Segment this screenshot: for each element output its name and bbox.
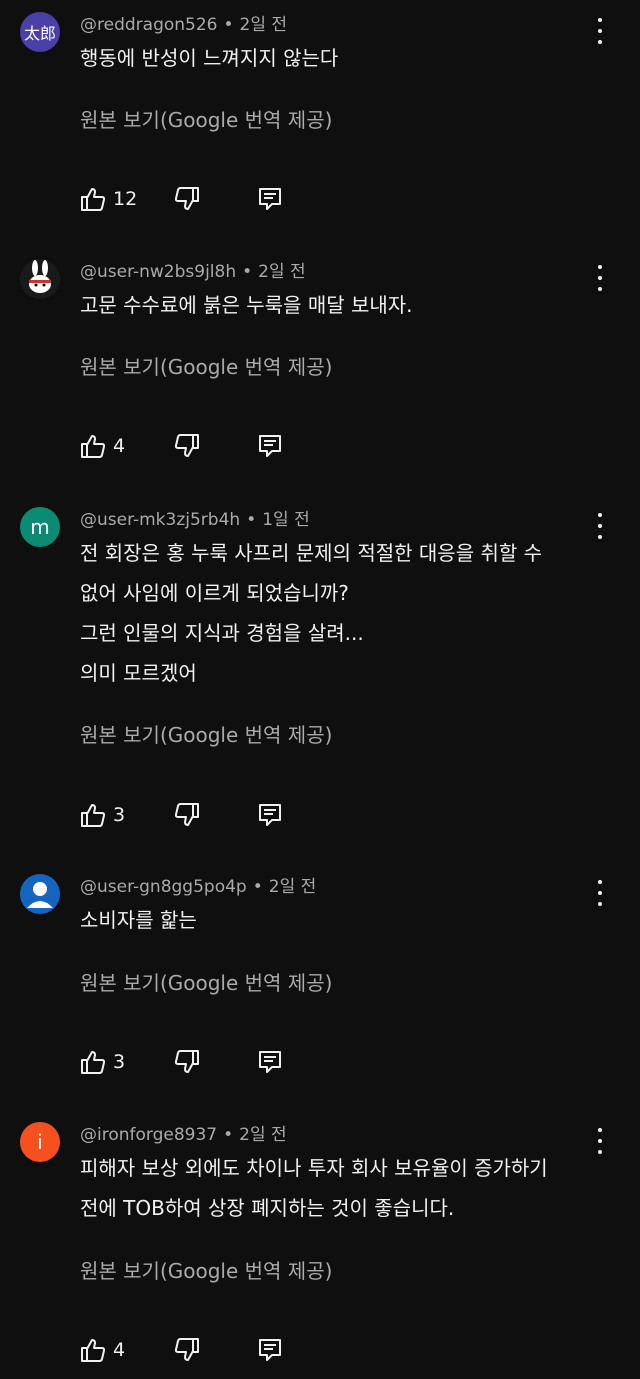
rabbit-avatar-icon: [29, 260, 51, 293]
comment-text: 전 회장은 홍 누룩 사프리 문제의 적절한 대응을 취할 수 없어 사임에 이…: [80, 533, 610, 693]
thumbs-down-icon[interactable]: [174, 433, 200, 459]
comment-item: m @user-mk3zj5rb4h • 1일 전 전 회장은 홍 누룩 사프리 문…: [0, 507, 640, 847]
comment-item: @user-nw2bs9jl8h • 2일 전 고문 수수료에 붉은 누룩을 매달 …: [0, 259, 640, 479]
avatar[interactable]: m: [20, 507, 60, 547]
comment-actions: 4: [80, 1335, 300, 1365]
view-original-link[interactable]: 원본 보기(Google 번역 제공): [80, 352, 332, 382]
avatar[interactable]: [20, 259, 60, 299]
separator-dot: •: [252, 877, 263, 897]
comment-item: 太郎 @reddragon526 • 2일 전 행동에 반성이 느껴지지 않는다 원…: [0, 12, 640, 232]
thumbs-up-icon[interactable]: [80, 1049, 106, 1075]
reply-icon[interactable]: [258, 1337, 282, 1363]
thumbs-up-icon[interactable]: [80, 802, 106, 828]
view-original-link[interactable]: 원본 보기(Google 번역 제공): [80, 720, 332, 750]
comment-meta: @user-nw2bs9jl8h • 2일 전: [80, 259, 306, 285]
comment-line: 전 회장은 홍 누룩 사프리 문제의 적절한 대응을 취할 수: [80, 541, 543, 565]
avatar-label: m: [30, 515, 50, 539]
comment-text: 고문 수수료에 붉은 누룩을 매달 보내자.: [80, 285, 610, 325]
view-original-link[interactable]: 원본 보기(Google 번역 제공): [80, 1256, 332, 1286]
comment-time: 1일 전: [262, 510, 310, 530]
comment-text: 행동에 반성이 느껴지지 않는다: [80, 38, 610, 78]
comment-time: 2일 전: [258, 262, 306, 282]
reply-icon[interactable]: [258, 1049, 282, 1075]
avatar[interactable]: [20, 874, 60, 914]
avatar-label: 太郎: [23, 24, 56, 43]
like-count: 3: [113, 804, 126, 826]
like-count: 4: [113, 1339, 126, 1361]
avatar-label: i: [37, 1130, 43, 1154]
like-count: 3: [113, 1051, 126, 1073]
comment-actions: 12: [80, 184, 300, 214]
separator-dot: •: [223, 1125, 234, 1145]
comment-line: 전에 TOB하여 상장 폐지하는 것이 좋습니다.: [80, 1196, 455, 1220]
author-handle[interactable]: @user-nw2bs9jl8h: [80, 262, 236, 282]
thumbs-down-icon[interactable]: [174, 1337, 200, 1363]
comment-line: 없어 사임에 이르게 되었습니까?: [80, 581, 349, 605]
thumbs-up-icon[interactable]: [80, 1337, 106, 1363]
default-user-icon: [27, 882, 53, 908]
comment-line: 피해자 보상 외에도 차이나 투자 회사 보유율이 증가하기: [80, 1156, 548, 1180]
thumbs-down-icon[interactable]: [174, 1049, 200, 1075]
comment-meta: @ironforge8937 • 2일 전: [80, 1122, 287, 1148]
comment-line: 행동에 반성이 느껴지지 않는다: [80, 46, 339, 70]
comment-item: i @ironforge8937 • 2일 전 피해자 보상 외에도 차이나 투자 …: [0, 1122, 640, 1372]
avatar[interactable]: 太郎: [20, 12, 60, 52]
author-handle[interactable]: @user-gn8gg5po4p: [80, 877, 247, 897]
comment-text: 피해자 보상 외에도 차이나 투자 회사 보유율이 증가하기 전에 TOB하여 …: [80, 1148, 610, 1228]
thumbs-up-icon[interactable]: [80, 186, 106, 212]
comment-time: 2일 전: [239, 15, 288, 35]
comment-actions: 3: [80, 800, 300, 830]
separator-dot: •: [223, 15, 234, 35]
comment-line: 고문 수수료에 붉은 누룩을 매달 보내자.: [80, 293, 413, 317]
separator-dot: •: [242, 262, 253, 282]
comment-text: 소비자를 핥는: [80, 900, 610, 940]
avatar[interactable]: i: [20, 1122, 60, 1162]
comment-item: @user-gn8gg5po4p • 2일 전 소비자를 핥는 원본 보기(Goog…: [0, 874, 640, 1094]
separator-dot: •: [246, 510, 257, 530]
author-handle[interactable]: @ironforge8937: [80, 1125, 217, 1145]
thumbs-down-icon[interactable]: [174, 802, 200, 828]
comment-line: 의미 모르겠어: [80, 661, 197, 685]
like-count: 4: [113, 435, 126, 457]
comment-time: 2일 전: [268, 877, 317, 897]
reply-icon[interactable]: [258, 186, 282, 212]
view-original-link[interactable]: 원본 보기(Google 번역 제공): [80, 968, 332, 998]
comment-meta: @user-mk3zj5rb4h • 1일 전: [80, 507, 310, 533]
like-count: 12: [113, 188, 138, 210]
comment-actions: 3: [80, 1047, 300, 1077]
reply-icon[interactable]: [258, 433, 282, 459]
comment-line: 그런 인물의 지식과 경험을 살려...: [80, 621, 364, 645]
comment-meta: @reddragon526 • 2일 전: [80, 12, 287, 38]
comment-time: 2일 전: [239, 1125, 287, 1145]
thumbs-up-icon[interactable]: [80, 433, 106, 459]
reply-icon[interactable]: [258, 802, 282, 828]
comment-line: 소비자를 핥는: [80, 908, 197, 932]
comment-meta: @user-gn8gg5po4p • 2일 전: [80, 874, 316, 900]
author-handle[interactable]: @user-mk3zj5rb4h: [80, 510, 240, 530]
author-handle[interactable]: @reddragon526: [80, 15, 217, 35]
comment-actions: 4: [80, 431, 300, 461]
view-original-link[interactable]: 원본 보기(Google 번역 제공): [80, 105, 332, 135]
thumbs-down-icon[interactable]: [174, 186, 200, 212]
